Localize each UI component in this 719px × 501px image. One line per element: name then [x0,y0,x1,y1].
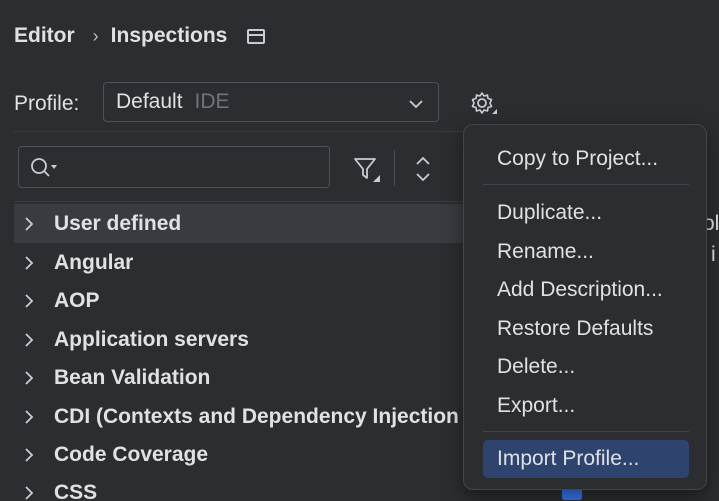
tree-item-code-coverage[interactable]: Code Coverage [14,435,466,474]
chevron-right-icon[interactable] [24,332,38,348]
search-icon [29,156,63,185]
breadcrumb-editor[interactable]: Editor [14,24,75,48]
chevron-right-icon[interactable] [24,216,38,232]
tree-item-label: User defined [54,212,181,236]
tree-item-label: CDI (Contexts and Dependency Injection [54,405,459,429]
breadcrumb-separator: › [93,26,99,47]
tree-item-label: Bean Validation [54,366,210,390]
filter-icon[interactable] [350,152,384,186]
tree-item-angular[interactable]: Angular [14,243,466,282]
profile-dropdown[interactable]: Default IDE [103,82,439,122]
menu-separator [483,184,689,185]
gear-icon[interactable] [466,88,498,120]
tree-item-label: Code Coverage [54,443,208,467]
page-title: Inspections [111,24,228,48]
chevron-down-icon [408,94,424,118]
chevron-right-icon[interactable] [24,447,38,463]
chevron-right-icon[interactable] [24,485,38,501]
tree-item-label: Angular [54,251,133,275]
search-field[interactable] [18,146,330,188]
chevron-right-icon[interactable] [24,255,38,271]
chevron-right-icon[interactable] [24,409,38,425]
menu-item-import-profile[interactable]: Import Profile... [483,440,689,478]
divider [14,131,464,132]
chevron-right-icon[interactable] [24,293,38,309]
search-input[interactable] [67,153,321,183]
profile-label: Profile: [14,92,79,116]
tree-item-label: AOP [54,289,100,313]
window-icon[interactable] [247,29,265,44]
tree-item-label: Application servers [54,328,249,352]
menu-separator [483,431,689,432]
toolbar-separator [394,150,395,186]
tree-item-css[interactable]: CSS [14,473,466,501]
expand-collapse-icon[interactable] [408,152,438,186]
tree-item-label: CSS [54,481,97,501]
tree-item-aop[interactable]: AOP [14,281,466,320]
menu-item-add-description[interactable]: Add Description... [483,271,689,309]
menu-item-copy-to-project[interactable]: Copy to Project... [483,140,689,178]
chevron-right-icon[interactable] [24,370,38,386]
menu-item-duplicate[interactable]: Duplicate... [483,194,689,232]
profile-scope: IDE [195,90,230,114]
inspections-tree: User defined Angular AOP Application ser… [14,201,466,501]
tree-item-bean-validation[interactable]: Bean Validation [14,358,466,397]
tree-item-cdi[interactable]: CDI (Contexts and Dependency Injection [14,397,466,436]
tree-item-application-servers[interactable]: Application servers [14,320,466,359]
menu-item-rename[interactable]: Rename... [483,233,689,271]
menu-item-restore-defaults[interactable]: Restore Defaults [483,310,689,348]
menu-item-delete[interactable]: Delete... [483,348,689,386]
profile-actions-menu: Copy to Project... Duplicate... Rename..… [463,124,707,490]
menu-item-export[interactable]: Export... [483,387,689,425]
tree-item-user-defined[interactable]: User defined [14,204,466,243]
profile-value: Default [116,90,183,114]
breadcrumb: Editor › Inspections [14,22,265,50]
clipped-text: i [711,243,716,267]
